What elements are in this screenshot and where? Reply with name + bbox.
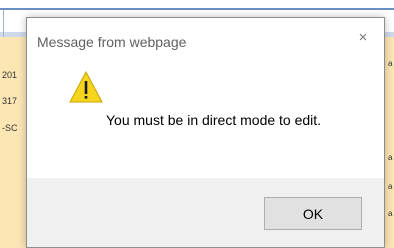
background-text-fragment: -SC	[2, 123, 18, 133]
dialog-footer: OK	[27, 178, 384, 247]
dialog-message: You must be in direct mode to edit.	[106, 112, 322, 128]
background-left-panel: 201 317 -SC	[0, 37, 27, 248]
warning-icon	[69, 71, 103, 103]
ok-button[interactable]: OK	[264, 197, 362, 230]
background-text-fragment: a	[388, 153, 393, 162]
close-icon[interactable]: ×	[352, 27, 374, 49]
warning-exclamation-bar	[84, 81, 88, 94]
message-dialog: Message from webpage × You must be in di…	[26, 17, 385, 248]
background-text-fragment: a	[388, 59, 393, 68]
dialog-title: Message from webpage	[37, 34, 187, 50]
warning-exclamation-dot	[84, 96, 88, 99]
background-header-line	[0, 8, 394, 10]
background-right-panel: a a a a	[384, 37, 394, 248]
background-text-fragment: a	[388, 209, 393, 218]
background-text-fragment: 317	[2, 96, 18, 106]
background-text-fragment: 201	[2, 70, 18, 80]
background-text-fragment: a	[388, 182, 393, 191]
